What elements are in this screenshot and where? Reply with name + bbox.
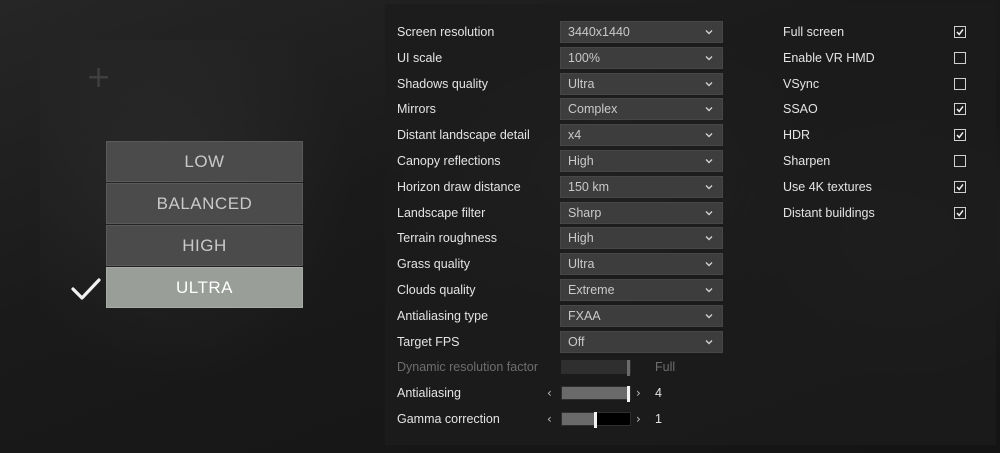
slider-fill xyxy=(562,361,630,373)
slider-fill xyxy=(562,386,630,399)
setting-row-full-screen: Full screen xyxy=(385,21,996,43)
setting-row-hdr: HDR xyxy=(385,124,996,146)
preset-low-button[interactable]: LOW xyxy=(106,141,303,182)
use-4k-textures-checkbox[interactable] xyxy=(954,180,966,193)
antialiasing-type-dropdown[interactable]: FXAA xyxy=(560,304,723,327)
preset-high-button[interactable]: HIGH xyxy=(106,225,303,266)
setting-label: Antialiasing xyxy=(397,385,461,400)
setting-label: Sharpen xyxy=(783,154,831,168)
checkmark-icon xyxy=(956,106,964,113)
setting-label: Distant buildings xyxy=(783,205,875,220)
setting-label: Target FPS xyxy=(397,334,460,349)
sharpen-checkbox[interactable] xyxy=(954,155,966,167)
slider-handle[interactable] xyxy=(627,385,630,402)
enable-vr-hmd-checkbox[interactable] xyxy=(954,51,966,64)
preset-ultra-button[interactable]: ULTRA xyxy=(106,267,303,308)
slider-value: 4 xyxy=(655,385,662,400)
chevron-down-icon xyxy=(705,288,713,293)
setting-label: HDR xyxy=(783,128,811,143)
chevron-down-icon xyxy=(705,339,713,345)
dropdown-value: Extreme xyxy=(568,283,615,297)
graphics-preset-list: LOW BALANCED HIGH ULTRA xyxy=(106,141,303,309)
chevron-down-icon xyxy=(705,262,713,267)
chevron-down-icon xyxy=(705,236,713,241)
clouds-quality-dropdown[interactable]: Extreme xyxy=(560,279,723,301)
setting-row-sharpen: Sharpen xyxy=(385,150,996,172)
slider-handle[interactable] xyxy=(594,411,597,428)
target-fps-dropdown[interactable]: Off xyxy=(560,330,723,353)
antialiasing-slider[interactable] xyxy=(561,385,631,402)
hdr-checkbox[interactable] xyxy=(954,129,966,142)
grass-quality-dropdown[interactable]: Ultra xyxy=(560,253,723,276)
setting-row-enable-vr-hmd: Enable VR HMD xyxy=(385,47,996,69)
checkmark-icon xyxy=(956,183,964,191)
checkmark-icon xyxy=(956,28,964,36)
distant-buildings-checkbox[interactable] xyxy=(954,206,966,219)
setting-row-use-4k-textures: Use 4K textures xyxy=(385,176,996,198)
dropdown-value: Ultra xyxy=(568,257,595,272)
checkmark-icon xyxy=(71,278,101,300)
terrain-roughness-dropdown[interactable]: High xyxy=(560,227,723,250)
setting-row-ssao: SSAO xyxy=(385,98,996,120)
setting-row-vsync: VSync xyxy=(385,73,996,95)
setting-label: Clouds quality xyxy=(397,283,476,297)
setting-row-distant-buildings: Distant buildings xyxy=(385,202,996,224)
setting-label: Use 4K textures xyxy=(783,179,872,194)
setting-label: Full screen xyxy=(783,25,845,39)
setting-label: Dynamic resolution factor xyxy=(397,360,539,374)
graphics-settings-panel: Screen resolution 3440x1440 UI scale 100% Sh… xyxy=(385,4,996,445)
slider-handle xyxy=(627,360,630,376)
setting-label: SSAO xyxy=(783,102,818,117)
checkmark-icon xyxy=(956,209,964,217)
setting-label: VSync xyxy=(783,76,820,91)
dropdown-value: High xyxy=(568,231,594,246)
slider-decrease-arrow-icon[interactable]: ‹ xyxy=(547,386,552,400)
slider-fill xyxy=(562,412,596,425)
background-cross-mark: + xyxy=(86,60,112,95)
setting-label: Grass quality xyxy=(397,257,470,272)
setting-label: Terrain roughness xyxy=(397,231,498,246)
checkmark-icon xyxy=(956,132,964,139)
slider-value: Full xyxy=(655,360,676,374)
setting-label: Antialiasing type xyxy=(397,308,489,323)
setting-label: Gamma correction xyxy=(397,411,500,426)
slider-decrease-arrow-icon[interactable]: ‹ xyxy=(547,412,552,426)
preset-balanced-button[interactable]: BALANCED xyxy=(106,183,303,224)
gamma-correction-slider[interactable] xyxy=(561,411,631,428)
dynamic-resolution-factor-slider xyxy=(561,360,631,376)
vsync-checkbox[interactable] xyxy=(954,77,966,90)
setting-label: Enable VR HMD xyxy=(783,50,875,65)
chevron-down-icon xyxy=(705,313,713,319)
dropdown-value: Off xyxy=(568,334,585,349)
ssao-checkbox[interactable] xyxy=(954,103,966,116)
slider-value: 1 xyxy=(655,411,662,426)
slider-increase-arrow-icon[interactable]: › xyxy=(636,386,641,400)
dropdown-value: FXAA xyxy=(568,308,601,323)
full-screen-checkbox[interactable] xyxy=(954,26,966,38)
slider-increase-arrow-icon[interactable]: › xyxy=(636,412,641,426)
